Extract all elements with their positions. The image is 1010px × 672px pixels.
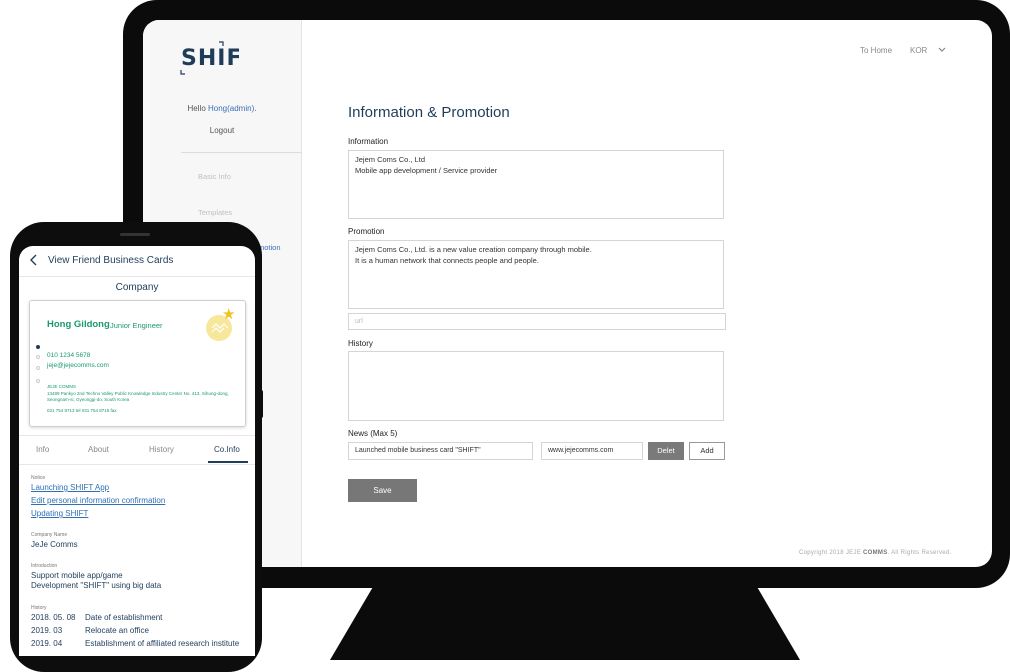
history-date: 2019. 04 [31,639,63,648]
sidebar-item-basic-info[interactable]: Basic Info [198,172,231,181]
logout-link[interactable]: Logout [143,126,301,135]
user-name: Hong(admin) [207,104,255,113]
add-news-button[interactable]: Add [689,442,725,460]
history-event: Date of establishment [85,613,163,622]
phone-screen: View Friend Business Cards Company Hong … [19,246,255,656]
introduction-label: Introduction [31,563,58,569]
card-phone: 010 1234 5678 [47,352,91,359]
page-title: Information & Promotion [348,104,510,121]
history-textarea[interactable] [348,351,724,421]
copyright-brand: COMMS [863,550,888,556]
card-company: JEJE COMMS [47,384,77,389]
information-line: Mobile app development / Service provide… [355,166,498,175]
card-page-dot [36,345,40,349]
greeting-suffix: . [254,104,257,113]
news-url-input[interactable]: www.jejecomms.com [541,442,643,460]
history-label: History [31,605,47,611]
language-select[interactable]: KOR [910,46,946,55]
delete-news-button[interactable]: Delet [648,442,684,460]
card-address: 13489 Pankyo 2nd Techno Valley Public Kn… [47,391,229,402]
favorite-star-icon[interactable]: ★ [222,307,235,322]
information-label: Information [348,137,389,146]
logo-mark: SHIFT [180,41,257,75]
copyright-suffix: . All Rights Reserved. [887,550,952,556]
language-value: KOR [910,46,928,55]
promotion-line: It is a human network that connects peop… [355,256,539,265]
promotion-url-input[interactable]: url [348,313,726,330]
monitor-stand [330,580,800,660]
shift-logo[interactable]: SHIFT [179,40,257,76]
history-event: Establishment of affiliated research ins… [85,639,240,648]
history-label: History [348,339,373,348]
history-date: 2019. 03 [31,626,63,635]
company-name-label: Company Name [31,532,68,538]
information-line: Jejem Coms Co., Ltd [355,155,426,164]
history-date: 2018. 05. 08 [31,613,76,622]
active-tab-indicator [208,461,248,463]
promotion-textarea[interactable]: Jejem Coms Co., Ltd. is a new value crea… [348,240,724,309]
sidebar-item-templates[interactable]: Templates [198,208,232,217]
business-card[interactable]: Hong Gildong Junior Engineer ★ 010 1234 … [29,300,246,427]
card-page-dot [36,379,40,383]
notice-label: Notice [31,475,46,481]
news-label: News (Max 5) [348,429,398,438]
phone-speaker [120,233,150,236]
mobile-section-title: Company [115,282,159,293]
copyright-prefix: Copyright 2018 JEJE [799,550,864,556]
to-home-link[interactable]: To Home [860,46,892,55]
tab-co-info[interactable]: Co.Info [214,445,240,454]
notice-link[interactable]: Updating SHIFT [31,509,88,518]
sidebar-divider [181,152,301,153]
back-arrow-icon[interactable] [29,254,39,266]
greeting-prefix: Hello [187,104,208,113]
news-title-input[interactable]: Launched mobile business card "SHIFT" [348,442,533,460]
introduction-line: Support mobile app/game [31,571,123,580]
card-page-dot [36,355,40,359]
tab-info[interactable]: Info [36,445,49,454]
promotion-line: Jejem Coms Co., Ltd. is a new value crea… [355,245,592,254]
tab-about[interactable]: About [88,445,109,454]
card-role: Junior Engineer [110,321,163,330]
card-tel-fax: 031 754 8713 tel 031 754 8715 fax [47,408,117,413]
admin-screen: SHIFT Hello Hong(admin). Logout Basic In… [143,20,992,567]
card-name: Hong Gildong [47,319,110,330]
company-name: JeJe Comms [31,540,78,549]
card-page-dot [36,366,40,370]
promotion-label: Promotion [348,227,385,236]
copyright: Copyright 2018 JEJE COMMS. All Rights Re… [799,550,952,556]
logo-text: SHIFT [181,46,239,71]
phone-side-button [258,390,263,418]
mobile-header-title: View Friend Business Cards [48,255,174,266]
card-email: jeje@jejecomms.com [47,362,109,369]
chevron-down-icon [938,47,946,52]
introduction-line: Development "SHIFT" using big data [31,581,162,590]
information-textarea[interactable]: Jejem Coms Co., Ltd Mobile app developme… [348,150,724,219]
save-button[interactable]: Save [348,479,417,502]
greeting: Hello Hong(admin). [143,104,301,113]
notice-link[interactable]: Edit personal information confirmation [31,496,165,505]
tab-history[interactable]: History [149,445,174,454]
mobile-tabs: Info About History Co.Info [19,435,255,465]
notice-link[interactable]: Launching SHIFT App [31,483,109,492]
history-event: Relocate an office [85,626,149,635]
mobile-header: View Friend Business Cards [19,246,255,277]
